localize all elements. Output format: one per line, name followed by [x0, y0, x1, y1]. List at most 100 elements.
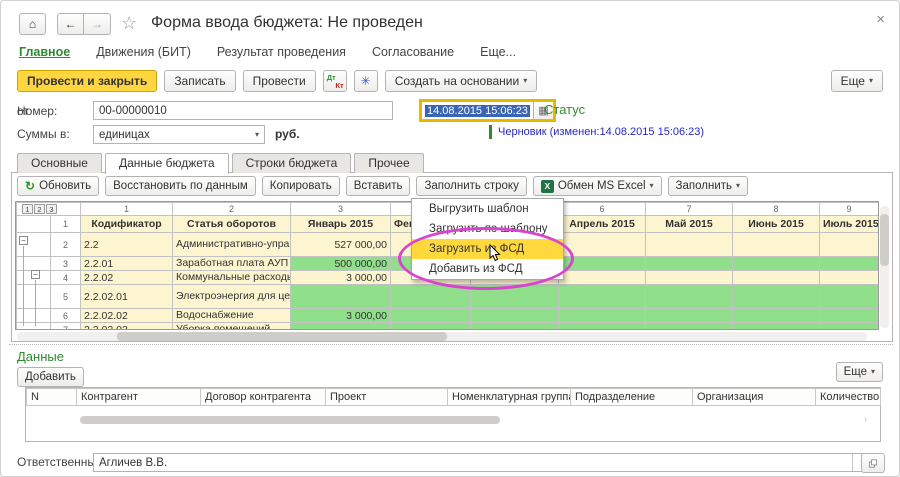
grid-header-cell[interactable]: Кодификатор	[81, 216, 173, 233]
value-cell[interactable]	[559, 285, 646, 309]
column-header[interactable]: Подразделение	[571, 389, 693, 406]
row-number[interactable]: 4	[51, 271, 81, 285]
menu-item-zagruzit-po-shablonu[interactable]: Загрузить по шаблону	[412, 219, 563, 239]
group-level-3-button[interactable]: 3	[46, 204, 57, 214]
responsible-input[interactable]: Агличев В.В. ▾	[93, 453, 873, 472]
column-header[interactable]: Договор контрагента	[201, 389, 326, 406]
code-cell[interactable]: 2.2	[81, 233, 173, 257]
value-cell[interactable]	[291, 323, 391, 331]
value-cell[interactable]: 500 000,00	[291, 257, 391, 271]
row-number[interactable]: 5	[51, 285, 81, 309]
sums-select[interactable]: единицах ▾	[93, 125, 265, 144]
more-button-top[interactable]: Еще ▾	[831, 70, 883, 92]
collapse-icon[interactable]: −	[31, 270, 40, 279]
post-and-close-button[interactable]: Провести и закрыть	[17, 70, 157, 92]
value-cell[interactable]: 3 000,00	[291, 271, 391, 285]
row-number[interactable]: 6	[51, 309, 81, 323]
value-cell[interactable]: 527 000,00	[291, 233, 391, 257]
column-header[interactable]: Номенклатурная группа	[448, 389, 571, 406]
column-header[interactable]: Контрагент	[77, 389, 201, 406]
dtkt-button[interactable]: ДтКт	[323, 70, 347, 92]
row-number[interactable]: 1	[51, 216, 81, 233]
article-cell[interactable]: Коммунальные расходы	[173, 271, 291, 285]
column-header[interactable]: Проект	[326, 389, 448, 406]
value-cell[interactable]	[559, 257, 646, 271]
grid-header-cell[interactable]: Июль 2015	[820, 216, 879, 233]
forward-button[interactable]: →	[84, 13, 111, 35]
fill-row-button[interactable]: Заполнить строку	[416, 176, 526, 196]
value-cell[interactable]	[391, 309, 471, 323]
article-cell[interactable]: Административно-управленческие расходы	[173, 233, 291, 257]
value-cell[interactable]	[559, 271, 646, 285]
article-cell[interactable]: Заработная плата АУП	[173, 257, 291, 271]
tab-dannye-byudzheta[interactable]: Данные бюджета	[105, 153, 229, 174]
row-number[interactable]: 2	[51, 233, 81, 257]
scrollbar-thumb[interactable]	[117, 332, 447, 341]
close-icon[interactable]: ×	[876, 11, 885, 28]
column-header[interactable]: Количество	[816, 389, 881, 406]
value-cell[interactable]	[291, 285, 391, 309]
value-cell[interactable]	[733, 233, 820, 257]
tab-stroki-byudzheta[interactable]: Строки бюджета	[232, 153, 352, 173]
write-button[interactable]: Записать	[164, 70, 235, 92]
scrollbar-thumb[interactable]	[80, 416, 500, 424]
fill-button[interactable]: Заполнить ▾	[668, 176, 748, 196]
value-cell[interactable]	[820, 233, 879, 257]
column-number[interactable]: 2	[173, 203, 291, 216]
value-cell[interactable]	[391, 285, 471, 309]
row-number[interactable]: 3	[51, 257, 81, 271]
grid-header-cell[interactable]: Июнь 2015	[733, 216, 820, 233]
value-cell[interactable]	[820, 285, 879, 309]
back-button[interactable]: ←	[57, 13, 84, 35]
copy-button[interactable]: Копировать	[262, 176, 340, 196]
group-level-1-button[interactable]: 1	[22, 204, 33, 214]
value-cell[interactable]	[646, 285, 733, 309]
row-number[interactable]: 7	[51, 323, 81, 331]
value-cell[interactable]	[733, 271, 820, 285]
favorites-star-icon[interactable]: ☆	[121, 13, 137, 34]
column-number[interactable]: 1	[81, 203, 173, 216]
code-cell[interactable]: 2.2.01	[81, 257, 173, 271]
group-level-2-button[interactable]: 2	[34, 204, 45, 214]
refresh-button[interactable]: ↻ Обновить	[17, 176, 99, 196]
add-button[interactable]: Добавить	[17, 367, 84, 387]
value-cell[interactable]	[733, 285, 820, 309]
value-cell[interactable]	[559, 309, 646, 323]
value-cell[interactable]	[646, 257, 733, 271]
number-input[interactable]: 00-00000010	[93, 101, 393, 120]
article-cell[interactable]: Водоснабжение	[173, 309, 291, 323]
column-number[interactable]: 7	[646, 203, 733, 216]
restore-button[interactable]: Восстановить по данным	[105, 176, 256, 196]
column-number[interactable]: 3	[291, 203, 391, 216]
value-cell[interactable]	[820, 271, 879, 285]
article-cell[interactable]: Уборка помещений	[173, 323, 291, 331]
column-number[interactable]: 8	[733, 203, 820, 216]
grid-vertical-scrollbar[interactable]	[880, 206, 889, 328]
magic-button[interactable]: ✳	[354, 70, 378, 92]
home-button[interactable]: ⌂	[19, 13, 46, 35]
value-cell[interactable]	[820, 257, 879, 271]
grid-header-cell[interactable]: Апрель 2015	[559, 216, 646, 233]
value-cell[interactable]	[646, 323, 733, 331]
value-cell[interactable]	[471, 323, 559, 331]
column-header[interactable]: N	[27, 389, 77, 406]
value-cell[interactable]	[391, 323, 471, 331]
value-cell[interactable]	[646, 233, 733, 257]
value-cell[interactable]	[471, 309, 559, 323]
paste-button[interactable]: Вставить	[346, 176, 411, 196]
code-cell[interactable]: 2.2.02.02	[81, 309, 173, 323]
value-cell[interactable]	[559, 323, 646, 331]
date-input[interactable]: 14.08.2015 15:06:23	[421, 101, 534, 120]
scroll-right-icon[interactable]: ›	[864, 414, 867, 424]
post-button[interactable]: Провести	[243, 70, 316, 92]
excel-exchange-button[interactable]: X Обмен MS Excel ▾	[533, 176, 662, 196]
value-cell[interactable]	[733, 257, 820, 271]
code-cell[interactable]: 2.2.02.03	[81, 323, 173, 331]
column-number[interactable]: 9	[820, 203, 879, 216]
create-from-button[interactable]: Создать на основании ▾	[385, 70, 538, 92]
value-cell[interactable]	[471, 285, 559, 309]
tab-osnovnye[interactable]: Основные	[17, 153, 102, 173]
menu-item-vygruzit-shablon[interactable]: Выгрузить шаблон	[412, 199, 563, 219]
value-cell[interactable]	[820, 309, 879, 323]
grid-header-cell[interactable]: Январь 2015	[291, 216, 391, 233]
